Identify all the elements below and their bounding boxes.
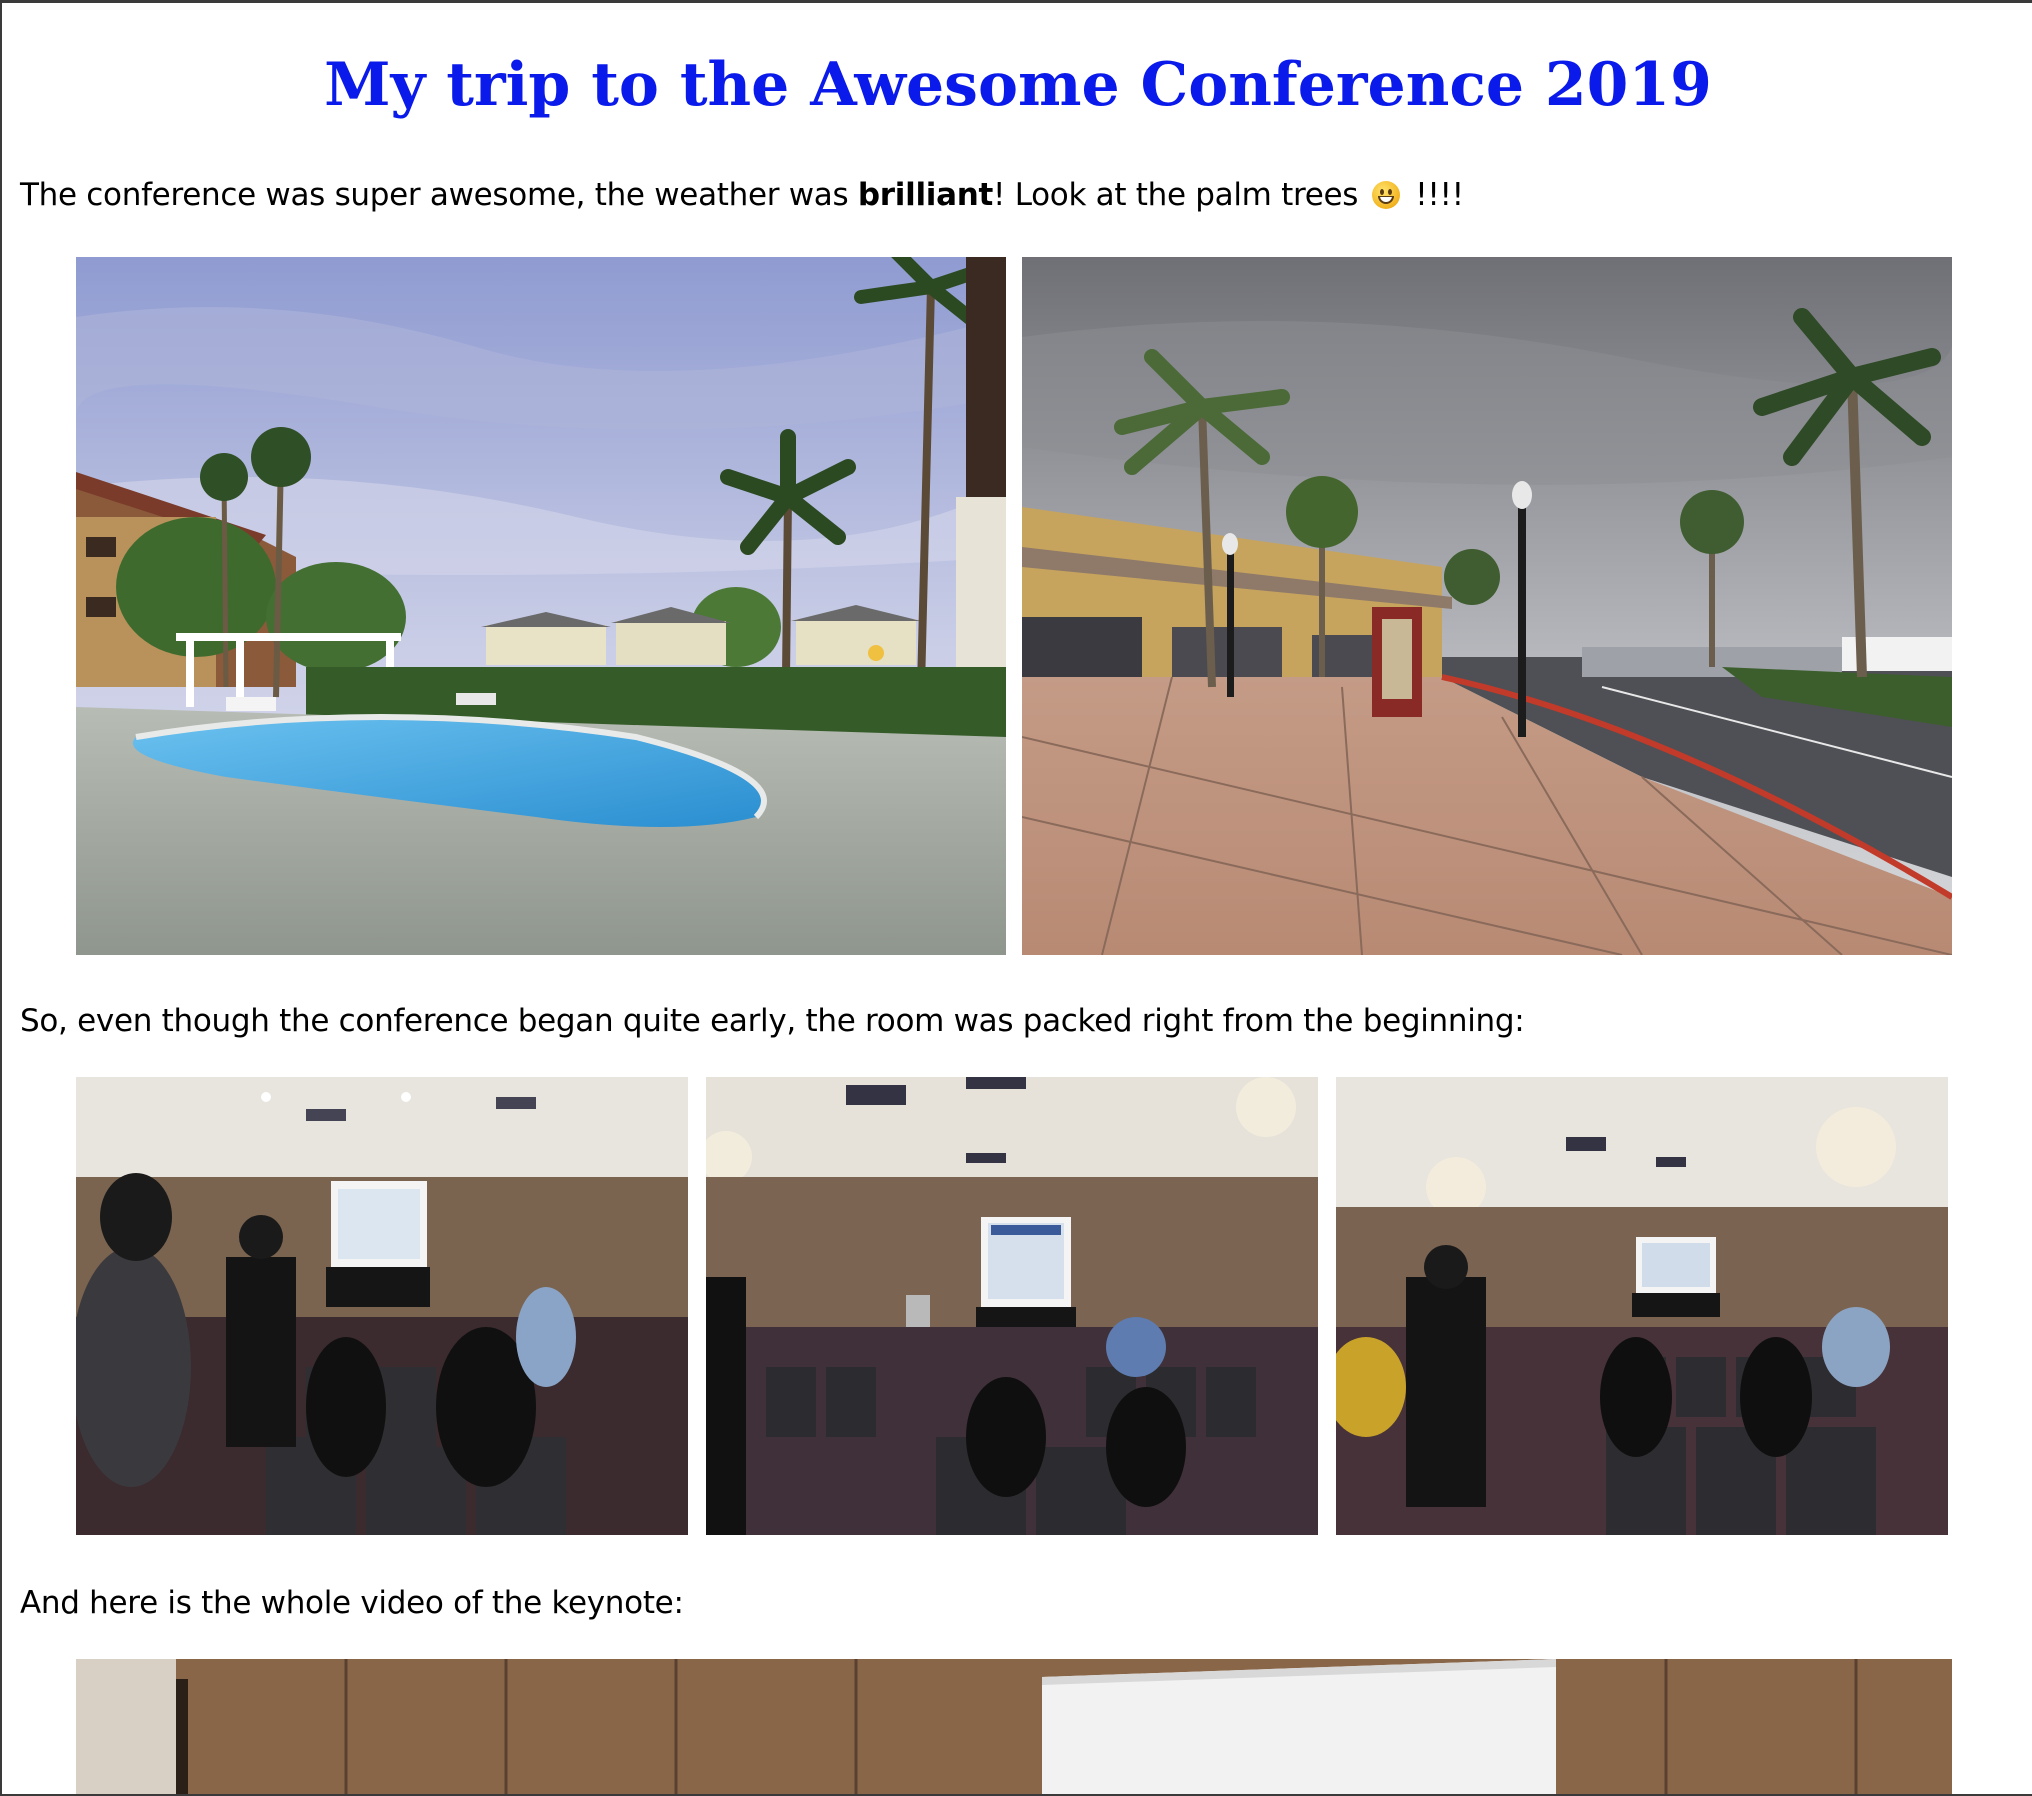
video-caption: And here is the whole video of the keyno… [20,1585,684,1621]
room-photo-3 [1336,1077,1948,1535]
intro-text-before: The conference was super awesome, the we… [20,177,858,213]
page-title: My trip to the Awesome Conference 2019 [324,50,1712,120]
keynote-video[interactable] [76,1659,1952,1794]
intro-text-exclaim: !!!! [1405,177,1464,213]
room-photo-1 [76,1077,688,1535]
room-caption: So, even though the conference began qui… [20,1003,1525,1039]
intro-paragraph: The conference was super awesome, the we… [20,175,1464,215]
pool-photo [76,257,1006,955]
intro-text-after: ! Look at the palm trees [993,177,1368,213]
plaza-photo [1022,257,1952,955]
page-frame: My trip to the Awesome Conference 2019 T… [0,0,2032,1796]
intro-text-bold: brilliant [857,177,994,213]
grinning-face-icon [1371,181,1400,209]
room-photo-2 [706,1077,1318,1535]
